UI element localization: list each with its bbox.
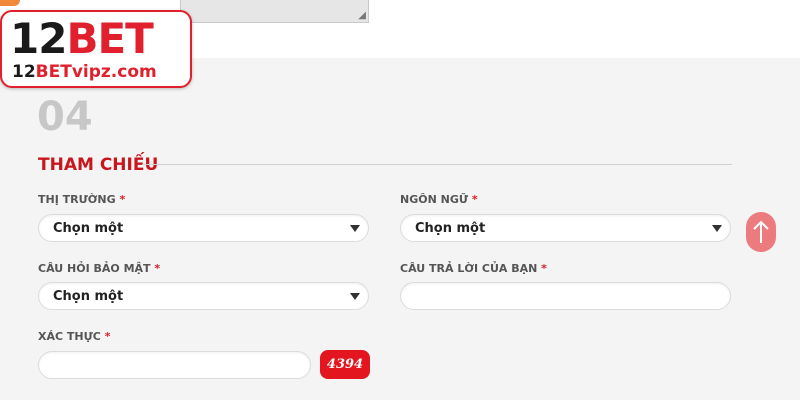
verification-input[interactable] <box>38 351 311 379</box>
market-select-value: Chọn một <box>53 221 124 236</box>
caret-down-icon <box>712 225 722 232</box>
language-label-text: NGÔN NGỮ <box>400 193 469 206</box>
security-question-select[interactable]: Chọn một <box>38 282 369 310</box>
language-label: NGÔN NGỮ * <box>400 193 478 206</box>
arrow-up-icon <box>753 220 769 243</box>
step-number: 04 <box>37 94 93 140</box>
section-title: THAM CHIẾU <box>38 155 159 175</box>
logo-domain: 12BETvipz.com <box>12 62 157 82</box>
market-label-text: THỊ TRƯỜNG <box>38 193 116 206</box>
required-marker: * <box>104 330 111 343</box>
market-select[interactable]: Chọn một <box>38 214 369 242</box>
resize-grip-icon[interactable]: ◢ <box>358 11 366 21</box>
security-answer-label-text: CÂU TRẢ LỜI CỦA BẠN <box>400 262 538 275</box>
security-answer-input[interactable] <box>400 282 731 310</box>
security-question-select-value: Chọn một <box>53 289 124 304</box>
security-question-label-text: CÂU HỎI BẢO MẬT <box>38 262 151 275</box>
verification-label: XÁC THỰC * <box>38 330 110 343</box>
required-marker: * <box>541 262 547 275</box>
required-marker: * <box>471 193 478 206</box>
captcha-code: 4394 <box>320 350 370 379</box>
logo-wordmark: 12BET <box>10 14 154 63</box>
caret-down-icon <box>350 225 360 232</box>
scroll-top-button[interactable] <box>746 212 776 252</box>
previous-textarea[interactable]: ◢ <box>180 0 369 23</box>
caret-down-icon <box>350 293 360 300</box>
brand-logo: 12BET 12BETvipz.com <box>0 10 192 88</box>
security-question-label: CÂU HỎI BẢO MẬT * <box>38 262 160 275</box>
language-select-value: Chọn một <box>415 221 486 236</box>
corner-accent <box>0 0 20 6</box>
security-answer-label: CÂU TRẢ LỜI CỦA BẠN * <box>400 262 547 275</box>
verification-label-text: XÁC THỰC <box>38 330 101 343</box>
required-marker: * <box>119 193 126 206</box>
section-divider <box>142 164 732 165</box>
language-select[interactable]: Chọn một <box>400 214 731 242</box>
market-label: THỊ TRƯỜNG * <box>38 193 125 206</box>
required-marker: * <box>154 262 161 275</box>
